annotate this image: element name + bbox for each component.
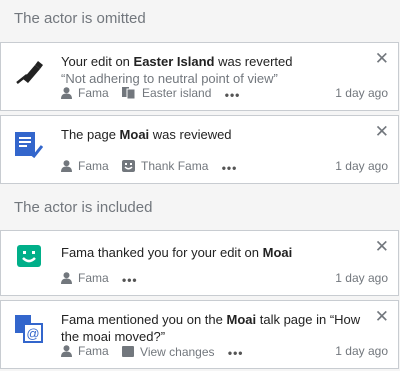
close-icon[interactable]: ✕ (375, 308, 389, 325)
pencil-revert-icon (15, 57, 43, 85)
page-reviewed-icon (15, 130, 44, 159)
notification-mention[interactable]: @ Fama mentioned you on the Moai talk pa… (0, 300, 399, 369)
timestamp: 1 day ago (335, 86, 388, 100)
svg-text:@: @ (26, 326, 39, 341)
more-actions-button[interactable]: ••• (228, 346, 244, 360)
notification-message: Fama mentioned you on the Moai talk page… (61, 312, 361, 344)
changes-icon (122, 346, 135, 357)
timestamp: 1 day ago (335, 159, 388, 173)
notification-meta: Fama ••• 1 day ago (61, 270, 388, 287)
close-icon[interactable]: ✕ (375, 50, 389, 67)
section-title-actor-omitted: The actor is omitted (14, 10, 146, 27)
timestamp: 1 day ago (335, 271, 388, 285)
pages-icon (122, 87, 136, 99)
more-actions-button[interactable]: ••• (122, 273, 138, 287)
notification-quote: “Not adhering to neutral point of view” (61, 71, 278, 86)
secondary-link[interactable]: Easter island (122, 85, 211, 101)
notification-message: The page Moai was reviewed (61, 127, 232, 142)
user-icon (61, 160, 72, 172)
actor-link[interactable]: Fama (61, 270, 109, 286)
thanks-smiley-icon (15, 243, 43, 271)
user-icon (61, 87, 72, 99)
view-changes-link[interactable]: View changes (122, 344, 215, 360)
notification-thanks[interactable]: Fama thanked you for your edit on Moai ✕… (0, 230, 399, 296)
more-actions-button[interactable]: ••• (222, 161, 238, 175)
user-icon (61, 272, 72, 284)
more-actions-button[interactable]: ••• (225, 88, 241, 102)
section-title-actor-included: The actor is included (14, 199, 153, 216)
timestamp: 1 day ago (335, 344, 388, 358)
smiley-icon (122, 160, 136, 172)
actor-link[interactable]: Fama (61, 343, 109, 359)
notification-message: Your edit on Easter Island was reverted … (61, 54, 293, 86)
actor-link[interactable]: Fama (61, 158, 109, 174)
user-icon (61, 345, 72, 357)
close-icon[interactable]: ✕ (375, 123, 389, 140)
actor-link[interactable]: Fama (61, 85, 109, 101)
close-icon[interactable]: ✕ (375, 238, 389, 255)
notification-message: Fama thanked you for your edit on Moai (61, 245, 293, 260)
notification-meta: Fama Easter island ••• 1 day ago (61, 85, 388, 102)
notification-reviewed[interactable]: The page Moai was reviewed ✕ Fama Thank … (0, 115, 399, 184)
thank-link[interactable]: Thank Fama (122, 158, 208, 174)
notification-meta: Fama Thank Fama ••• 1 day ago (61, 158, 388, 175)
notification-meta: Fama View changes ••• 1 day ago (61, 343, 388, 360)
mention-icon: @ (15, 315, 43, 343)
notification-revert[interactable]: Your edit on Easter Island was reverted … (0, 42, 399, 111)
